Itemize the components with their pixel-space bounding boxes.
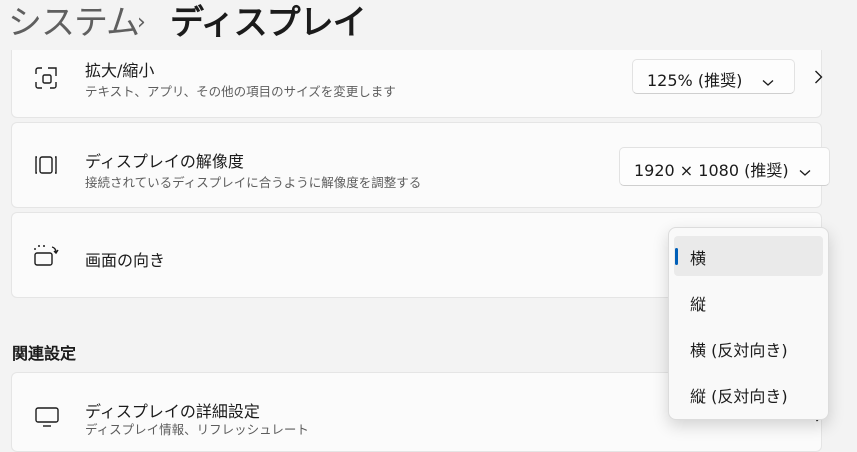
- resolution-icon: [34, 154, 58, 180]
- scale-title: 拡大/縮小: [85, 61, 155, 80]
- resolution-subtitle: 接続されているディスプレイに合うように解像度を調整する: [85, 175, 422, 190]
- page-header: システム › ディスプレイ: [0, 0, 857, 50]
- scale-dropdown-value: 125% (推奨): [647, 71, 743, 90]
- menu-item-portrait-flipped[interactable]: 縦 (反対向き): [674, 374, 823, 414]
- breadcrumb-separator: ›: [137, 10, 146, 35]
- menu-item-portrait[interactable]: 縦: [674, 282, 823, 322]
- orientation-title: 画面の向き: [85, 251, 166, 270]
- related-settings-heading: 関連設定: [12, 344, 77, 363]
- monitor-icon: [34, 406, 60, 432]
- resolution-title: ディスプレイの解像度: [85, 152, 244, 171]
- selection-indicator: [675, 248, 678, 265]
- menu-item-label: 横: [690, 249, 707, 268]
- menu-item-label: 縦 (反対向き): [690, 387, 788, 406]
- scale-dropdown[interactable]: 125% (推奨): [632, 59, 795, 94]
- chevron-down-icon: [762, 72, 774, 91]
- scale-icon: [34, 66, 58, 94]
- breadcrumb-parent[interactable]: システム: [8, 1, 140, 45]
- scale-subtitle: テキスト、アプリ、その他の項目のサイズを変更します: [85, 84, 396, 99]
- resolution-dropdown[interactable]: 1920 × 1080 (推奨): [619, 147, 830, 186]
- menu-item-label: 縦: [690, 295, 707, 314]
- chevron-right-icon[interactable]: [814, 69, 823, 88]
- menu-item-label: 横 (反対向き): [690, 341, 788, 360]
- advanced-display-subtitle: ディスプレイ情報、リフレッシュレート: [85, 422, 309, 437]
- menu-item-landscape-flipped[interactable]: 横 (反対向き): [674, 328, 823, 368]
- chevron-down-icon: [799, 162, 811, 181]
- orientation-menu: 横 縦 横 (反対向き) 縦 (反対向き): [668, 227, 829, 420]
- resolution-card: ディスプレイの解像度 接続されているディスプレイに合うように解像度を調整する 1…: [11, 122, 830, 208]
- menu-item-landscape[interactable]: 横: [674, 236, 823, 276]
- orientation-icon: [34, 245, 60, 271]
- resolution-dropdown-value: 1920 × 1080 (推奨): [634, 161, 789, 180]
- page-title: ディスプレイ: [170, 3, 367, 43]
